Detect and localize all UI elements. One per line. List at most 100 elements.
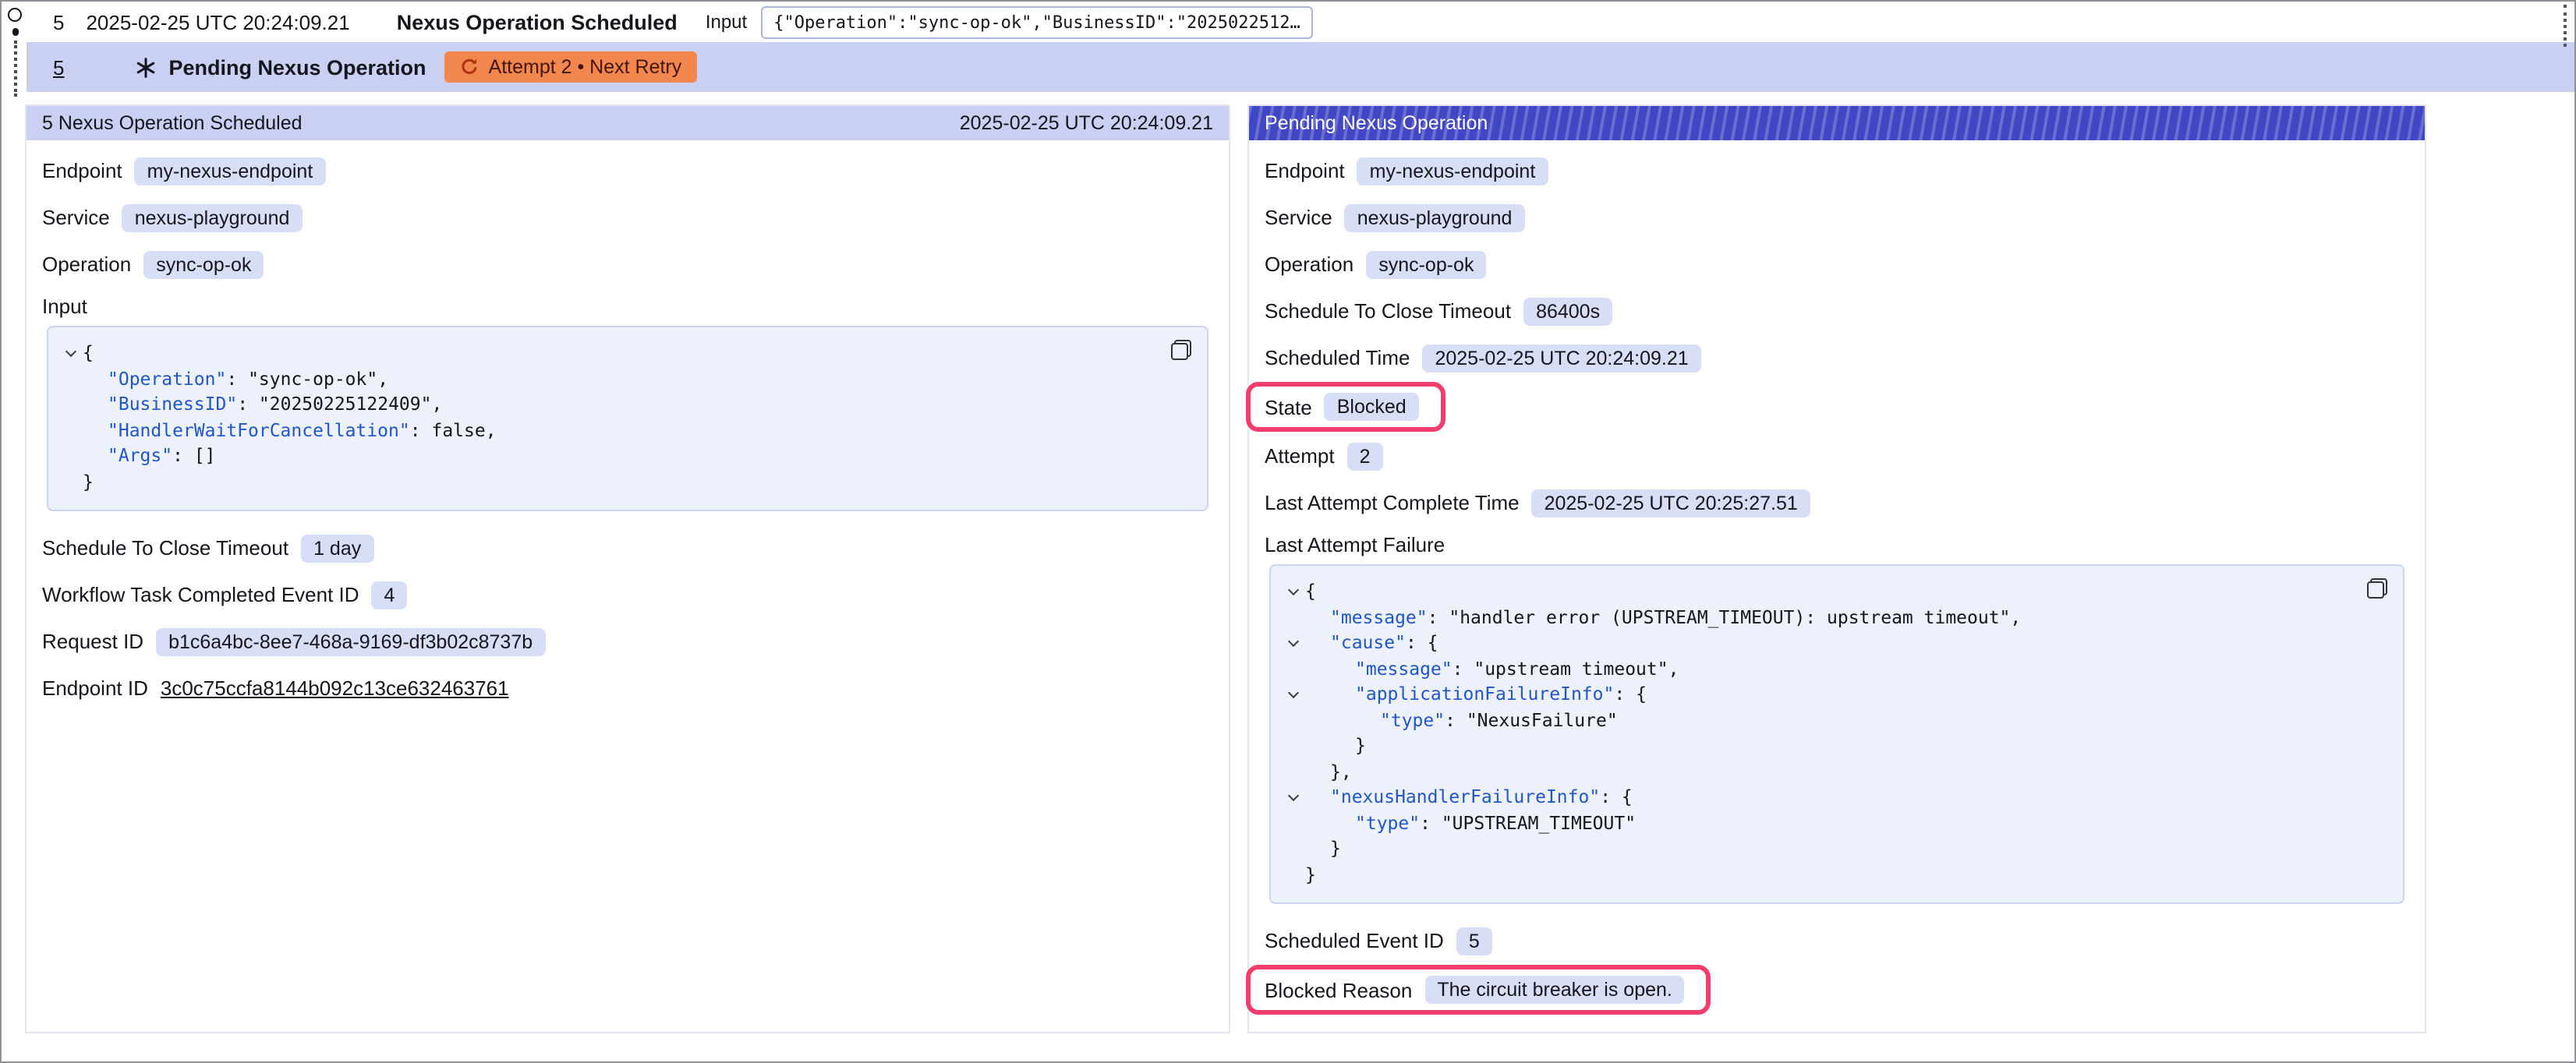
field-label: Endpoint <box>1265 159 1345 182</box>
code-gutter <box>1280 810 1305 835</box>
timeline-rail <box>2 2 27 92</box>
code-line: "message": "handler error (UPSTREAM_TIME… <box>1280 604 2359 630</box>
code-line: } <box>58 468 1163 494</box>
pending-operation-panel: Pending Nexus Operation Endpoint my-nexu… <box>1247 104 2426 1033</box>
copy-icon[interactable] <box>1171 340 1191 360</box>
event-panel-header: 5 Nexus Operation Scheduled 2025-02-25 U… <box>27 106 1229 140</box>
event-input-preview[interactable]: {"Operation":"sync-op-ok","BusinessID":"… <box>761 5 1313 38</box>
code-gutter <box>58 366 83 391</box>
field-label: Operation <box>42 253 131 276</box>
json-token: { <box>1428 631 1438 653</box>
refresh-icon <box>461 58 479 76</box>
code-line: } <box>1280 861 2359 887</box>
code-gutter <box>1280 604 1305 630</box>
code-line: "message": "upstream timeout", <box>1280 655 2359 681</box>
field-row: Endpoint my-nexus-endpoint <box>1265 154 2409 187</box>
collapse-chevron-icon[interactable] <box>1287 790 1298 801</box>
collapse-chevron-icon[interactable] <box>65 346 76 357</box>
field-row: Request ID b1c6a4bc-8ee7-468a-9169-df3b0… <box>42 625 1213 658</box>
retry-badge: Attempt 2 • Next Retry <box>445 51 698 83</box>
state-badge: Blocked <box>1325 393 1419 421</box>
field-value-badge: sync-op-ok <box>1366 250 1486 278</box>
state-annotation-highlight: State Blocked <box>1246 382 1445 432</box>
field-row-blocked-reason: Blocked Reason The circuit breaker is op… <box>1265 965 2409 1015</box>
field-label: Scheduled Event ID <box>1265 929 1444 952</box>
field-label: State <box>1265 395 1312 418</box>
json-key: "type" <box>1380 708 1445 730</box>
failure-json-viewer: {"message": "handler error (UPSTREAM_TIM… <box>1269 564 2404 904</box>
field-label: Service <box>42 206 110 229</box>
field-row: Last Attempt Complete Time 2025-02-25 UT… <box>1265 486 2409 519</box>
field-label: Scheduled Time <box>1265 346 1410 369</box>
event-input-label: Input <box>706 11 747 33</box>
field-label: Workflow Task Completed Event ID <box>42 583 359 606</box>
code-line: }, <box>1280 758 2359 784</box>
input-json-viewer: { "Operation": "sync-op-ok","BusinessID":… <box>47 326 1208 511</box>
json-token: } <box>1355 734 1366 756</box>
event-history-rows: 5 2025-02-25 UTC 20:24:09.21 Nexus Opera… <box>2 2 2574 92</box>
code-gutter <box>1280 758 1305 784</box>
field-row-state: State Blocked <box>1265 382 2409 432</box>
scrollbar-dots[interactable] <box>2564 5 2567 47</box>
json-token: "upstream timeout" <box>1474 657 1668 679</box>
event-row-scheduled[interactable]: 5 2025-02-25 UTC 20:24:09.21 Nexus Opera… <box>27 2 2574 42</box>
field-value-badge: 4 <box>372 581 408 609</box>
json-token: , <box>2010 606 2021 627</box>
collapse-chevron-icon[interactable] <box>1287 584 1298 595</box>
json-key: "HandlerWaitForCancellation" <box>108 418 410 440</box>
failure-section-label: Last Attempt Failure <box>1265 533 2409 556</box>
json-token: : <box>1453 657 1474 679</box>
event-title: Nexus Operation Scheduled <box>397 10 678 34</box>
timeline-dot-icon <box>12 28 19 35</box>
json-token: { <box>1622 786 1633 807</box>
code-line: "applicationFailureInfo": { <box>1280 681 2359 707</box>
json-token: }, <box>1330 760 1352 782</box>
code-gutter <box>58 340 83 366</box>
pending-event-id-link[interactable]: 5 <box>53 55 64 79</box>
json-key: "BusinessID" <box>108 393 237 415</box>
field-row: Service nexus-playground <box>42 201 1213 234</box>
event-id[interactable]: 5 <box>53 10 64 34</box>
pending-panel-body: Endpoint my-nexus-endpoint Service nexus… <box>1249 140 2425 1037</box>
json-token: "NexusFailure" <box>1467 708 1618 730</box>
json-token: : <box>172 444 194 466</box>
json-token: { <box>1305 580 1316 602</box>
endpoint-id-link[interactable]: 3c0c75ccfa8144b092c13ce632463761 <box>161 676 509 700</box>
code-line: "Args": [] <box>58 443 1163 468</box>
code-gutter <box>1280 630 1305 655</box>
input-section-label: Input <box>42 295 1213 318</box>
code-line: "Operation": "sync-op-ok", <box>58 366 1163 391</box>
field-row: Endpoint my-nexus-endpoint <box>42 154 1213 187</box>
json-token: } <box>83 470 94 492</box>
code-line: { <box>1280 578 2359 604</box>
timeline-connector <box>14 41 17 97</box>
field-row-endpoint-id: Endpoint ID 3c0c75ccfa8144b092c13ce63246… <box>42 672 1213 705</box>
field-label: Endpoint ID <box>42 676 148 700</box>
blocked-reason-badge: The circuit breaker is open. <box>1424 976 1685 1004</box>
field-row: Operation sync-op-ok <box>42 248 1213 281</box>
json-key: "nexusHandlerFailureInfo" <box>1330 786 1600 807</box>
code-gutter <box>1280 655 1305 681</box>
code-gutter <box>1280 707 1305 733</box>
field-row: Service nexus-playground <box>1265 201 2409 234</box>
pending-operation-row[interactable]: 5 Pending Nexus Operation <box>27 42 2574 92</box>
field-row: Workflow Task Completed Event ID 4 <box>42 578 1213 611</box>
event-panel-timestamp: 2025-02-25 UTC 20:24:09.21 <box>960 112 1213 134</box>
event-timestamp: 2025-02-25 UTC 20:24:09.21 <box>86 10 349 34</box>
json-token: : <box>226 367 248 389</box>
pending-panel-title: Pending Nexus Operation <box>1265 112 1488 134</box>
json-key: "Operation" <box>108 367 226 389</box>
json-token: "UPSTREAM_TIMEOUT" <box>1442 811 1636 833</box>
code-line: } <box>1280 733 2359 758</box>
json-token: { <box>83 341 94 363</box>
field-value-badge: 1 day <box>301 534 373 562</box>
event-detail-panel: 5 Nexus Operation Scheduled 2025-02-25 U… <box>25 104 1230 1033</box>
collapse-chevron-icon[interactable] <box>1287 636 1298 647</box>
field-value-badge: sync-op-ok <box>143 250 264 278</box>
json-token: , <box>431 393 442 415</box>
collapse-chevron-icon[interactable] <box>1287 687 1298 698</box>
field-value-badge: 5 <box>1456 927 1492 955</box>
input-json-content: { "Operation": "sync-op-ok","BusinessID":… <box>58 340 1163 494</box>
field-value-badge: nexus-playground <box>122 203 303 231</box>
copy-icon[interactable] <box>2367 578 2387 599</box>
